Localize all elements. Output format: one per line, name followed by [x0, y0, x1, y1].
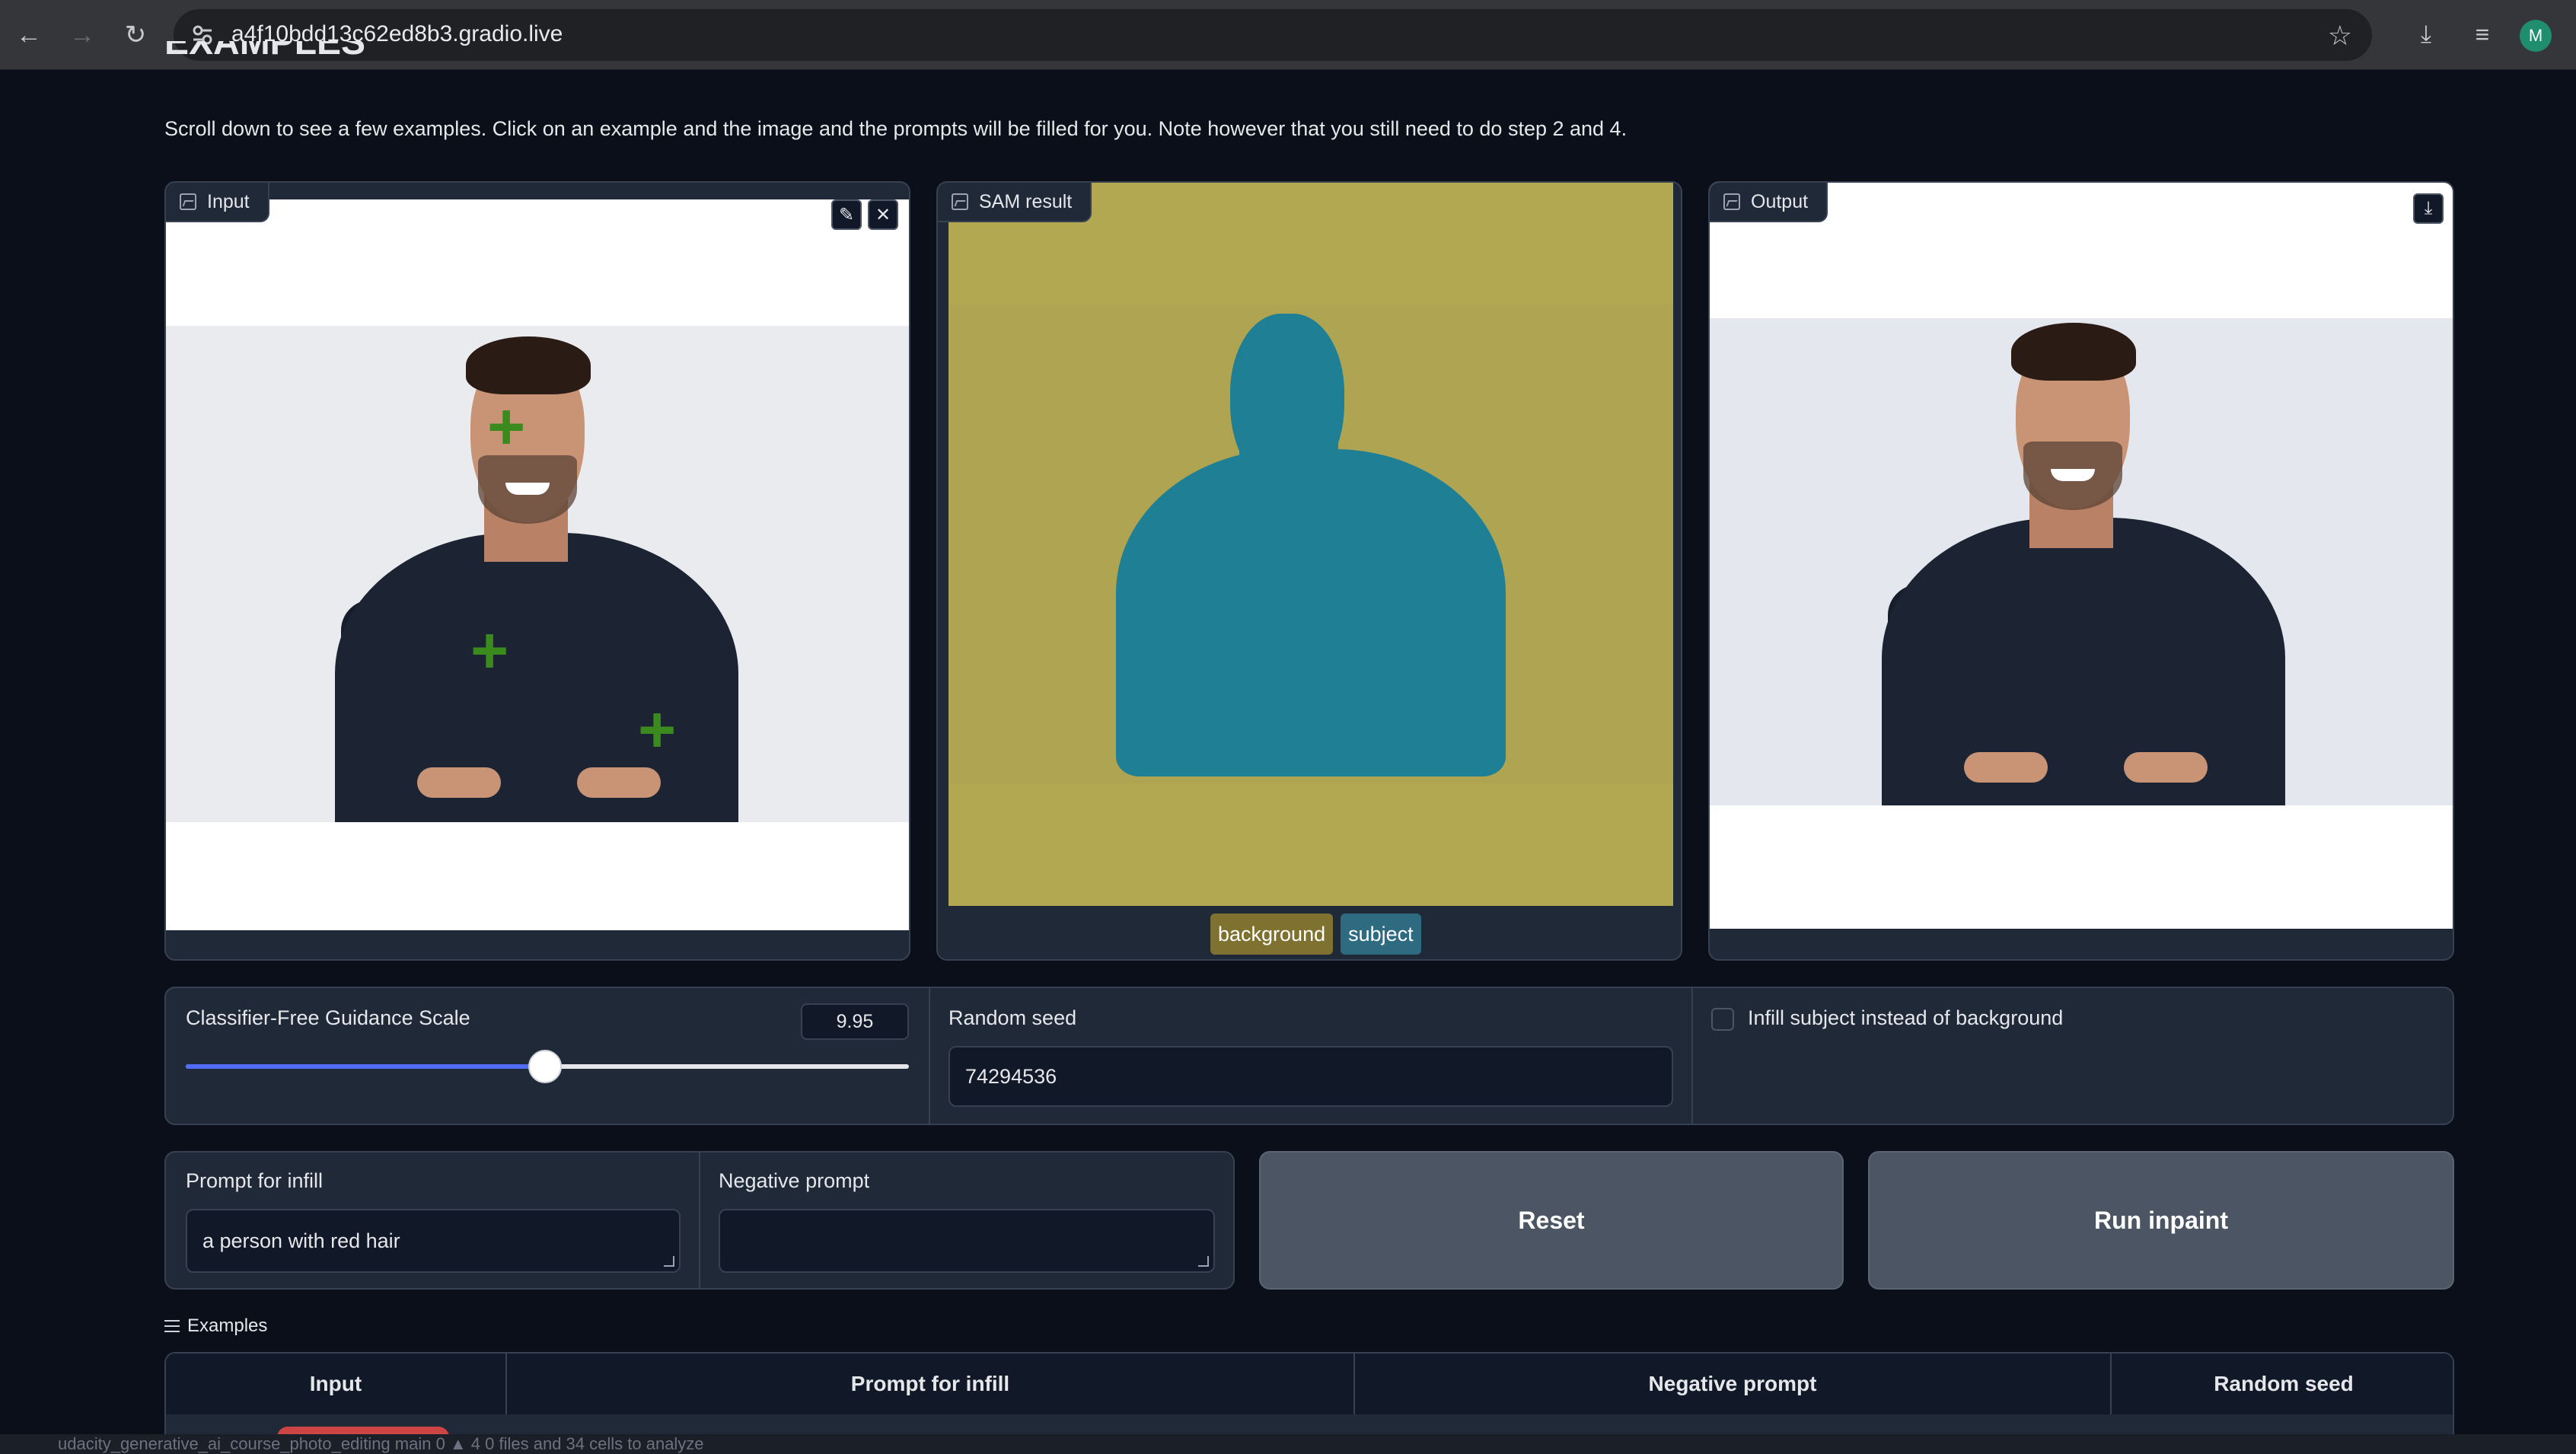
- media-queue-icon[interactable]: ≡: [2463, 15, 2501, 53]
- cfg-slider-thumb[interactable]: [528, 1050, 563, 1083]
- status-bar: udacity_generative_ai_course_photo_editi…: [0, 1434, 2576, 1454]
- divider: [699, 1153, 700, 1288]
- reload-icon[interactable]: ↻: [117, 17, 154, 53]
- column-header[interactable]: Input: [166, 1354, 507, 1414]
- negative-prompt-label: Negative prompt: [719, 1169, 870, 1192]
- browser-toolbar: ← → ↻ a4f10bdd13c62ed8b3.gradio.live ☆ ⤓…: [0, 0, 2576, 70]
- sam-mask: [948, 183, 1673, 906]
- examples-header: Examples: [164, 1315, 267, 1337]
- image-icon: [952, 193, 968, 210]
- divider: [1691, 988, 1693, 1124]
- resize-handle-icon[interactable]: [664, 1256, 674, 1267]
- examples-table-header: Input Prompt for infill Negative prompt …: [166, 1354, 2453, 1414]
- input-label: Input: [166, 183, 269, 222]
- legend-background: background: [1210, 914, 1334, 955]
- input-photo: [166, 326, 909, 822]
- close-icon[interactable]: ✕: [868, 199, 898, 230]
- infill-subject-label[interactable]: Infill subject instead of background: [1748, 1006, 2063, 1030]
- reset-button[interactable]: Reset: [1259, 1151, 1844, 1290]
- output-photo: [1710, 318, 2453, 805]
- section-heading: EXAMPLES: [164, 41, 366, 62]
- infill-prompt-label: Prompt for infill: [186, 1169, 324, 1192]
- forward-icon[interactable]: →: [64, 17, 100, 53]
- parameters-row: Classifier-Free Guidance Scale 9.95 Rand…: [164, 987, 2454, 1125]
- seed-label: Random seed: [948, 1006, 1077, 1029]
- image-icon: [1723, 193, 1740, 210]
- infill-prompt-textarea[interactable]: a person with red hair: [186, 1209, 681, 1273]
- list-icon: [164, 1320, 180, 1332]
- cfg-slider[interactable]: [186, 1050, 909, 1083]
- bookmark-star-icon[interactable]: ☆: [2328, 20, 2352, 52]
- column-header[interactable]: Negative prompt: [1355, 1354, 2112, 1414]
- divider: [929, 988, 930, 1124]
- seed-input[interactable]: 74294536: [948, 1046, 1673, 1107]
- cfg-slider-fill: [186, 1064, 546, 1069]
- point-marker: +: [470, 614, 509, 687]
- download-icon[interactable]: ⤓: [2407, 15, 2445, 53]
- sam-label: SAM result: [938, 183, 1092, 222]
- resize-handle-icon[interactable]: [1198, 1256, 1209, 1267]
- image-icon: [180, 193, 196, 210]
- point-marker: +: [487, 391, 526, 464]
- column-header[interactable]: Random seed: [2112, 1354, 2453, 1414]
- address-bar[interactable]: a4f10bdd13c62ed8b3.gradio.live ☆: [174, 9, 2372, 61]
- profile-avatar[interactable]: M: [2520, 20, 2552, 52]
- infill-subject-checkbox[interactable]: [1711, 1008, 1734, 1031]
- run-inpaint-button[interactable]: Run inpaint: [1868, 1151, 2454, 1290]
- cfg-label: Classifier-Free Guidance Scale: [186, 1006, 470, 1029]
- sam-legend: background subject: [1210, 914, 1421, 955]
- negative-prompt-textarea[interactable]: [719, 1209, 1215, 1273]
- download-icon[interactable]: ⤓: [2413, 193, 2444, 224]
- cfg-number-input[interactable]: 9.95: [801, 1003, 909, 1040]
- column-header[interactable]: Prompt for infill: [507, 1354, 1355, 1414]
- intro-text: Scroll down to see a few examples. Click…: [164, 117, 1628, 140]
- prompt-panel: Prompt for infill a person with red hair…: [164, 1151, 1235, 1290]
- edit-icon[interactable]: ✎: [831, 199, 862, 230]
- sam-result-panel: SAM result background subject: [936, 181, 1682, 961]
- legend-subject: subject: [1341, 914, 1421, 955]
- output-image-panel: Output ⤓: [1708, 181, 2454, 961]
- back-icon[interactable]: ←: [11, 17, 47, 53]
- output-label: Output: [1710, 183, 1828, 222]
- input-image-panel[interactable]: Input ✎ ✕ + + +: [164, 181, 910, 961]
- point-marker: +: [638, 694, 677, 767]
